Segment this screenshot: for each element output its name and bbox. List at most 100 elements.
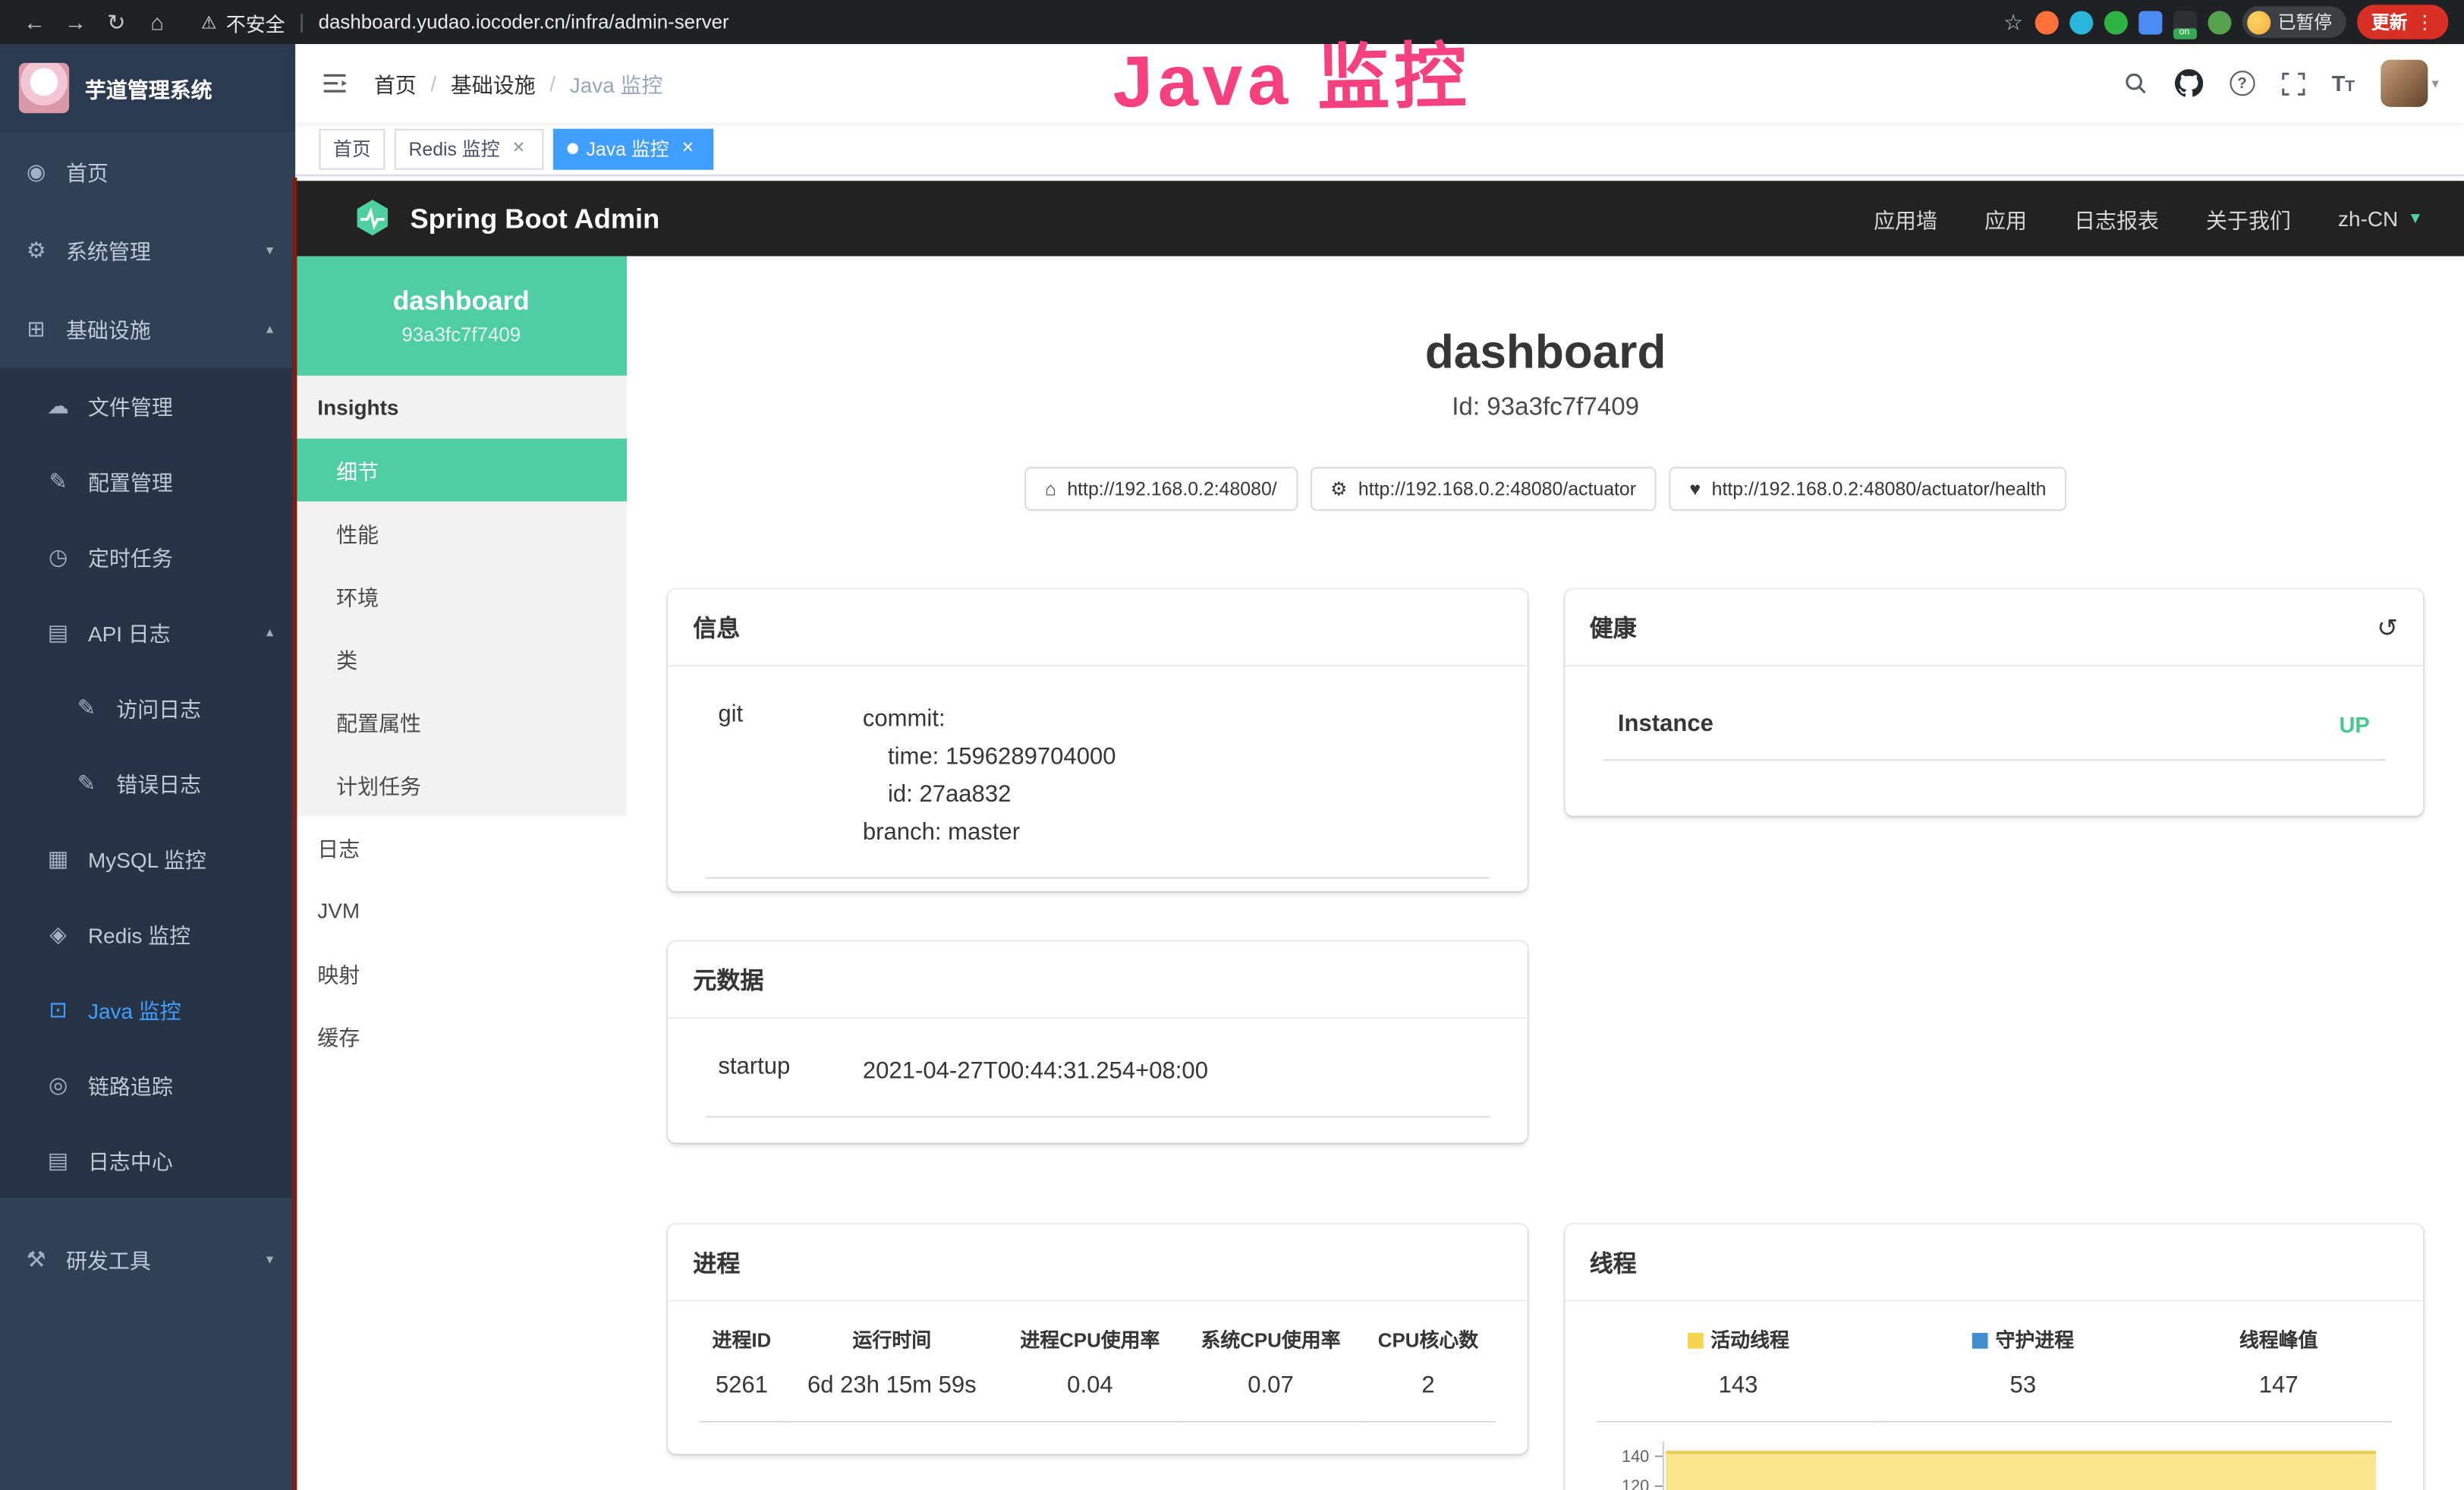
- security-warning-icon[interactable]: ⚠: [201, 12, 216, 33]
- link-actuator-url[interactable]: ⚙ http://192.168.0.2:48080/actuator: [1310, 467, 1657, 511]
- sba-brand[interactable]: Spring Boot Admin: [352, 198, 659, 239]
- sidebar-item-config-management[interactable]: ✎ 配置管理: [0, 443, 295, 518]
- sidebar-item-dev-tools[interactable]: ⚒ 研发工具 ▾: [0, 1220, 295, 1299]
- close-icon[interactable]: ✕: [508, 137, 530, 159]
- instance-header[interactable]: dashboard 93a3fc7f7409: [295, 257, 627, 376]
- chevron-down-icon: ▾: [266, 241, 273, 259]
- sidebar-item-infrastructure[interactable]: ⊞ 基础设施 ▴: [0, 289, 295, 368]
- menu-item-logs[interactable]: 日志: [295, 816, 627, 879]
- sidebar-item-file-management[interactable]: ☁ 文件管理: [0, 368, 295, 443]
- reload-icon[interactable]: ↻: [97, 5, 135, 39]
- tab-redis-monitor[interactable]: Redis 监控 ✕: [395, 128, 544, 169]
- back-icon[interactable]: ←: [16, 5, 54, 39]
- menu-item-environment[interactable]: 环境: [295, 564, 627, 627]
- threads-legend-table: 活动线程 守护进程 线程峰值: [1596, 1317, 2392, 1422]
- sidebar-item-access-logs[interactable]: ✎ 访问日志: [0, 669, 295, 745]
- hamburger-fold-icon[interactable]: [320, 69, 348, 97]
- sidebar-item-scheduled-tasks[interactable]: ◷ 定时任务: [0, 518, 295, 594]
- extension-leaf-icon[interactable]: [2207, 10, 2230, 33]
- breadcrumb-infrastructure[interactable]: 基础设施: [451, 68, 536, 99]
- y-tick: 140: [1596, 1441, 1662, 1471]
- sba-nav-wallboard[interactable]: 应用墙: [1874, 203, 1937, 234]
- sidebar-item-log-center[interactable]: ▤ 日志中心: [0, 1123, 295, 1198]
- app-logo-row[interactable]: 芋道管理系统: [0, 44, 295, 132]
- left-column: 信息 git commit: time: 1596289704000: [668, 590, 1527, 1490]
- sidebar-item-java-monitor[interactable]: ⊡ Java 监控: [0, 972, 295, 1047]
- extension-toggle-icon[interactable]: on: [2173, 10, 2196, 33]
- y-tick: 120: [1596, 1471, 1662, 1490]
- menu-item-mappings[interactable]: 映射: [295, 941, 627, 1004]
- sba-nav-applications[interactable]: 应用: [1984, 203, 2027, 234]
- process-header: 进程ID: [700, 1317, 785, 1362]
- extension-icon-4[interactable]: [2138, 10, 2161, 33]
- process-header: 运行时间: [784, 1317, 999, 1362]
- main-area: 首页 / 基础设施 / Java 监控 ?: [295, 44, 2464, 1490]
- update-chrome-button[interactable]: 更新 ⋮: [2357, 5, 2448, 39]
- sidebar-item-redis-monitor[interactable]: ◈ Redis 监控: [0, 896, 295, 971]
- sba-header: Spring Boot Admin 应用墙 应用 日志报表 关于我们 zh-CN…: [295, 181, 2464, 256]
- menu-item-jvm[interactable]: JVM: [295, 879, 627, 942]
- extension-icon-3[interactable]: [2104, 10, 2127, 33]
- link-home-url[interactable]: ⌂ http://192.168.0.2:48080/: [1024, 467, 1298, 511]
- sidebar-item-error-logs[interactable]: ✎ 错误日志: [0, 745, 295, 821]
- page-title: dashboard: [627, 326, 2464, 383]
- profile-paused-badge[interactable]: 已暂停: [2242, 6, 2346, 37]
- extension-icon-1[interactable]: [2034, 10, 2058, 33]
- link-health-url[interactable]: ♥ http://192.168.0.2:48080/actuator/heal…: [1669, 467, 2067, 511]
- home-icon: ⌂: [1045, 478, 1056, 500]
- bookmark-star-icon[interactable]: ☆: [2003, 8, 2023, 35]
- avatar-caret-icon[interactable]: ▾: [2431, 74, 2438, 92]
- info-card: 信息 git commit: time: 1596289704000: [668, 590, 1527, 892]
- menu-item-config-props[interactable]: 配置属性: [295, 690, 627, 753]
- menu-item-classes[interactable]: 类: [295, 627, 627, 690]
- address-bar[interactable]: ⚠ 不安全 | dashboard.yudao.iocoder.cn/infra…: [201, 7, 729, 36]
- menu-item-details[interactable]: 细节: [295, 439, 627, 502]
- security-label[interactable]: 不安全: [226, 7, 285, 36]
- user-avatar[interactable]: [2381, 60, 2428, 107]
- legend-daemon-threads: 守护进程: [1880, 1317, 2165, 1362]
- close-icon[interactable]: ✕: [677, 137, 699, 159]
- sidebar-item-tracing[interactable]: ◎ 链路追踪: [0, 1047, 295, 1122]
- menu-item-scheduled-tasks[interactable]: 计划任务: [295, 753, 627, 816]
- sidebar-item-system-management[interactable]: ⚙ 系统管理 ▾: [0, 210, 295, 289]
- health-card: 健康 ↺ Instance UP: [1564, 590, 2423, 816]
- home-icon[interactable]: ⌂: [138, 5, 176, 39]
- menu-item-metrics[interactable]: 性能: [295, 502, 627, 565]
- legend-yellow-swatch: [1687, 1333, 1703, 1349]
- table-grid-icon: ▦: [44, 845, 72, 871]
- instance-links: ⌂ http://192.168.0.2:48080/ ⚙ http://192…: [627, 467, 2464, 511]
- database-icon: ◈: [44, 920, 72, 947]
- paused-label: 已暂停: [2278, 9, 2332, 34]
- process-table: 进程ID 运行时间 进程CPU使用率 系统CPU使用率 CPU核心数: [700, 1317, 1496, 1422]
- sidebar-item-api-logs[interactable]: ▤ API 日志 ▴: [0, 594, 295, 669]
- tab-java-monitor[interactable]: Java 监控 ✕: [553, 128, 713, 169]
- sidebar-item-mysql-monitor[interactable]: ▦ MySQL 监控: [0, 821, 295, 896]
- github-icon[interactable]: [2175, 69, 2203, 97]
- browser-menu-icon[interactable]: ⋮: [2415, 11, 2434, 33]
- threads-card-title: 线程: [1590, 1246, 1637, 1279]
- sba-locale-select[interactable]: zh-CN ▼: [2338, 206, 2423, 230]
- right-column: 健康 ↺ Instance UP: [1564, 590, 2423, 1490]
- breadcrumb-home[interactable]: 首页: [374, 68, 417, 99]
- metadata-card-title: 元数据: [693, 963, 763, 996]
- url-text[interactable]: dashboard.yudao.iocoder.cn/infra/admin-s…: [319, 11, 729, 33]
- fullscreen-icon[interactable]: [2281, 71, 2305, 95]
- process-values-row: 5261 6d 23h 15m 59s 0.04 0.07 2: [700, 1362, 1496, 1422]
- search-icon[interactable]: [2123, 71, 2148, 96]
- sba-nav-about[interactable]: 关于我们: [2206, 203, 2291, 234]
- profile-avatar-emoji: [2246, 10, 2270, 33]
- sba-body: dashboard 93a3fc7f7409 Insights 细节 性能 环境…: [295, 257, 2464, 1490]
- menu-item-caches[interactable]: 缓存: [295, 1004, 627, 1067]
- extension-icon-2[interactable]: [2069, 10, 2092, 33]
- font-size-icon[interactable]: TT: [2332, 71, 2355, 96]
- help-icon[interactable]: ?: [2230, 71, 2255, 96]
- sidebar-item-home[interactable]: ◉ 首页: [0, 132, 295, 211]
- tab-home[interactable]: 首页: [319, 128, 385, 169]
- chevron-up-icon: ▴: [266, 623, 273, 641]
- chevron-down-icon: ▾: [266, 1250, 273, 1268]
- history-icon[interactable]: ↺: [2377, 613, 2398, 644]
- forward-icon[interactable]: →: [57, 5, 95, 39]
- process-card-title: 进程: [693, 1246, 740, 1279]
- threads-chart: 140 120 100: [1596, 1441, 2392, 1490]
- sba-nav-journal[interactable]: 日志报表: [2074, 203, 2159, 234]
